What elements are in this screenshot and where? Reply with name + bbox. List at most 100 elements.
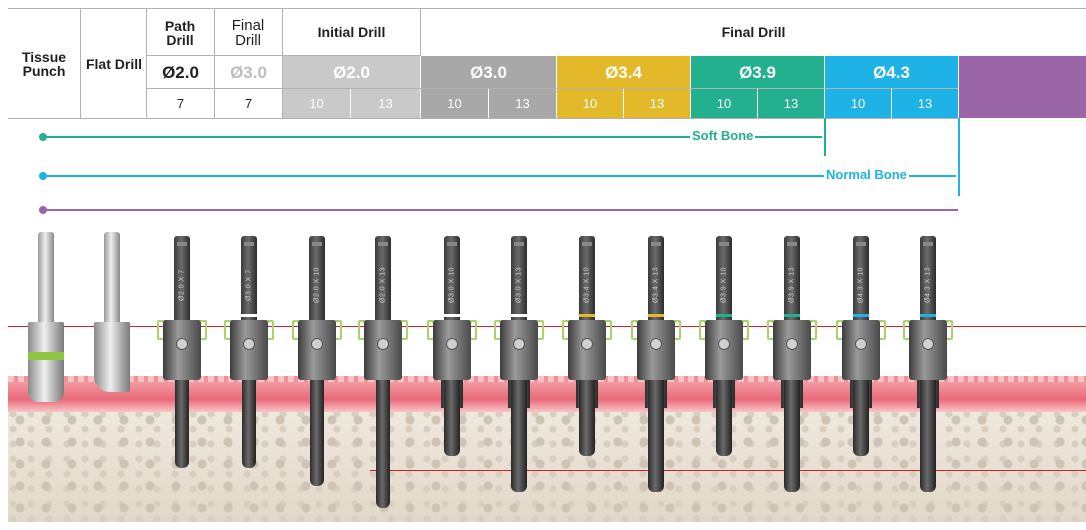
tissue-punch-band: [28, 352, 64, 360]
soft-bone-end-line: [824, 118, 826, 156]
drill-shank-notch: [582, 242, 592, 246]
hard-bone-line: [39, 206, 958, 214]
drill-bit: [175, 380, 189, 468]
drill-shank: Ø4.3 X 13: [920, 236, 936, 322]
header-final-drill: Final Drill: [721, 23, 786, 40]
header-path-drill: Path Drill: [164, 18, 196, 48]
stopper-screw-icon: [513, 338, 525, 350]
drill-color-ring: [444, 314, 460, 317]
header-final-drill-small: Final Drill: [231, 17, 265, 49]
drill-size-label: Ø3.0 X 7: [245, 269, 253, 301]
drill-stopper: [637, 320, 675, 380]
drill-bit: [511, 380, 527, 492]
drill-shank: Ø2.0 X 13: [375, 236, 391, 322]
drill-color-ring: [784, 314, 800, 317]
length-cell: 10: [691, 89, 758, 118]
length-cell: 13: [489, 89, 556, 118]
drill-size-label: Ø2.0 X 10: [313, 266, 321, 304]
drill-shank-notch: [651, 242, 661, 246]
tissue-punch-shank: [38, 232, 54, 322]
normal-bone-line: [39, 172, 956, 180]
drill-stopper: [433, 320, 471, 380]
soft-bone-start-dot: [39, 133, 47, 141]
diameter-final-drill-small: Ø3.0: [230, 62, 267, 82]
length-cell: 13: [624, 89, 690, 118]
drill-shank: Ø3.4 X 10: [579, 236, 595, 322]
stopper-screw-icon: [650, 338, 662, 350]
drill-stopper: [773, 320, 811, 380]
drill-color-ring: [511, 314, 527, 317]
drill-size-label: Ø3.9 X 13: [788, 266, 796, 304]
drill-size-label: Ø3.4 X 13: [652, 266, 660, 304]
drill-shank: Ø2.0 X 7: [174, 236, 190, 322]
drill-bit: [716, 380, 732, 456]
drill-stopper: [842, 320, 880, 380]
length-cell: 10: [825, 89, 892, 118]
drill-stopper: [230, 320, 268, 380]
stopper-screw-icon: [377, 338, 389, 350]
drill-color-ring: [579, 314, 595, 317]
drill-size-label: Ø4.3 X 10: [857, 266, 865, 304]
drill-bit: [784, 380, 800, 492]
drill-shank-notch: [719, 242, 729, 246]
drill-color-ring: [853, 314, 869, 317]
drill-size-label: Ø3.4 X 10: [583, 266, 591, 304]
drill-size-label: Ø3.9 X 10: [720, 266, 728, 304]
drill-shank-notch: [514, 242, 524, 246]
drill-stopper: [298, 320, 336, 380]
drill-shank-notch: [787, 242, 797, 246]
length-cell: 13: [351, 89, 420, 118]
drill-shank-notch: [244, 242, 254, 246]
drill-bit: [920, 380, 936, 492]
depth-reference-line: [370, 470, 1086, 471]
drill-bit: [242, 380, 256, 468]
stopper-screw-icon: [786, 338, 798, 350]
drill-sequence-table: Tissue Punch Flat Drill Path Drill Final…: [8, 8, 1086, 119]
length-cell: 10: [283, 89, 351, 118]
drill-shank-notch: [923, 242, 933, 246]
drill-size-label: Ø3.0 X 13: [515, 266, 523, 304]
drill-size-label: Ø4.3 X 13: [924, 266, 932, 304]
drill-shank: Ø3.9 X 10: [716, 236, 732, 322]
diameter-4-3: Ø4.3: [825, 56, 958, 88]
extra-purple-cell: [959, 56, 1086, 118]
soft-bone-label: Soft Bone: [690, 128, 756, 143]
length-cell: 10: [421, 89, 489, 118]
drill-color-ring: [241, 314, 257, 317]
diameter-3-0: Ø3.0: [421, 56, 556, 88]
drill-shank-notch: [177, 242, 187, 246]
drill-shank: Ø4.3 X 10: [853, 236, 869, 322]
normal-bone-label: Normal Bone: [824, 167, 909, 182]
drill-shank: Ø3.0 X 13: [511, 236, 527, 322]
drill-color-ring: [920, 314, 936, 317]
drill-bit: [648, 380, 664, 492]
drill-bit: [853, 380, 869, 456]
drill-stopper: [909, 320, 947, 380]
drill-size-label: Ø2.0 X 7: [178, 269, 186, 301]
diameter-initial: Ø2.0: [283, 56, 420, 88]
drill-size-label: Ø2.0 X 13: [379, 266, 387, 304]
drill-shank: Ø3.0 X 7: [241, 236, 257, 322]
length-cell: 13: [758, 89, 824, 118]
stopper-screw-icon: [243, 338, 255, 350]
drill-shank-notch: [447, 242, 457, 246]
flat-drill-shank: [104, 232, 120, 322]
length-final-drill-small: 7: [244, 96, 253, 111]
diameter-3-4: Ø3.4: [557, 56, 690, 88]
drill-bit: [579, 380, 595, 456]
drill-bit: [376, 380, 390, 508]
drill-shank-notch: [312, 242, 322, 246]
length-cell: 13: [892, 89, 958, 118]
diameter-path-drill: Ø2.0: [162, 62, 199, 82]
drill-bit: [310, 380, 324, 486]
length-path-drill: 7: [176, 96, 185, 111]
table-col-divider: [80, 8, 81, 118]
drill-stopper: [500, 320, 538, 380]
normal-bone-start-dot: [39, 172, 47, 180]
drill-shank: Ø2.0 X 10: [309, 236, 325, 322]
drill-stopper: [163, 320, 201, 380]
hard-bone-start-dot: [39, 206, 47, 214]
drill-color-ring: [648, 314, 664, 317]
flat-drill-body: [94, 322, 130, 392]
length-cell: 10: [557, 89, 624, 118]
